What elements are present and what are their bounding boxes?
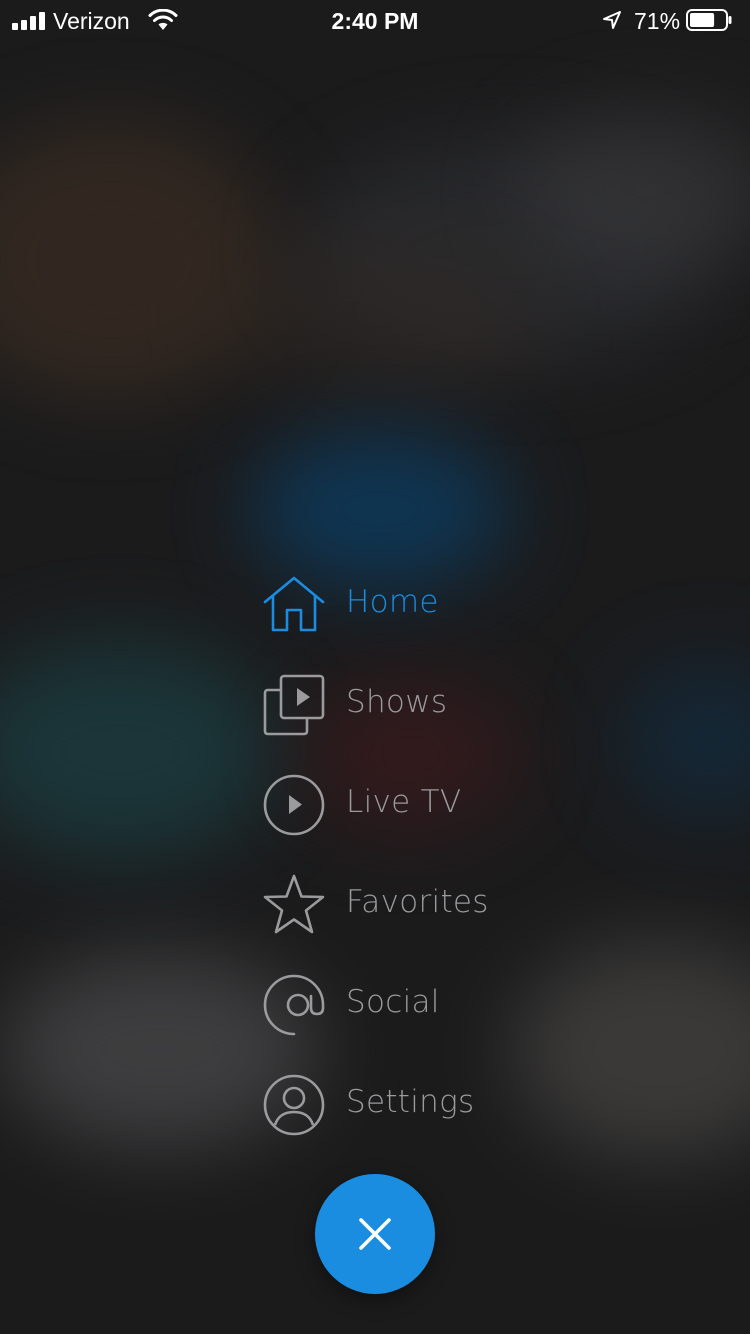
menu-label-shows: Shows: [346, 684, 448, 720]
navigation-menu: Home Shows Live TV Favorites Social Sett…: [263, 574, 583, 1174]
menu-item-social[interactable]: Social: [263, 974, 583, 1074]
star-icon: [263, 874, 325, 936]
home-icon: [263, 574, 325, 636]
menu-item-favorites[interactable]: Favorites: [263, 874, 583, 974]
close-button[interactable]: [315, 1174, 435, 1294]
status-bar: Verizon 2:40 PM 71%: [0, 0, 750, 40]
battery-icon: [686, 9, 732, 31]
user-circle-icon: [263, 1074, 325, 1136]
menu-label-settings: Settings: [346, 1084, 475, 1120]
close-icon: [359, 1218, 391, 1250]
menu-label-live-tv: Live TV: [346, 784, 462, 820]
menu-item-shows[interactable]: Shows: [263, 674, 583, 774]
play-circle-icon: [263, 774, 325, 836]
at-sign-icon: [263, 974, 325, 1036]
menu-item-live-tv[interactable]: Live TV: [263, 774, 583, 874]
menu-item-home[interactable]: Home: [263, 574, 583, 674]
shows-icon: [263, 674, 325, 736]
location-arrow-icon: [603, 11, 621, 29]
menu-label-favorites: Favorites: [346, 884, 489, 920]
menu-item-settings[interactable]: Settings: [263, 1074, 583, 1174]
battery-percentage: 71%: [634, 8, 681, 34]
menu-label-home: Home: [346, 584, 439, 620]
menu-label-social: Social: [346, 984, 440, 1020]
